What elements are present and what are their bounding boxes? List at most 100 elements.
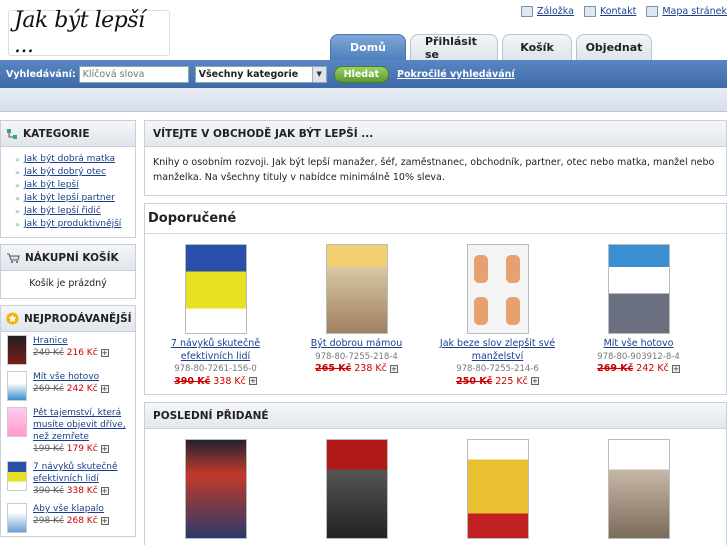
- product-card: [568, 439, 709, 543]
- book-cover[interactable]: [7, 407, 27, 437]
- page: Jak být lepší ... Záložka Kontakt Mapa s…: [0, 0, 727, 545]
- book-cover[interactable]: [607, 244, 670, 334]
- product-card: Být dobrou mámou 978-80-7255-218-4 265 K…: [286, 244, 427, 388]
- tab-login[interactable]: Přihlásit se: [410, 34, 498, 61]
- sitemap-link-label[interactable]: Mapa stránek: [662, 6, 727, 17]
- search-input[interactable]: [78, 65, 189, 83]
- product-card: [145, 439, 286, 543]
- old-price: 240 Kč: [33, 348, 64, 358]
- contact-link-label[interactable]: Kontakt: [600, 6, 636, 17]
- product-isbn: 978-80-7261-156-0: [174, 364, 257, 374]
- book-cover[interactable]: [325, 244, 388, 334]
- category-item[interactable]: Jak být lepší: [15, 179, 135, 192]
- product-title-link[interactable]: Jak beze slov zlepšit své manželství: [440, 338, 555, 362]
- add-to-cart-icon[interactable]: +: [100, 516, 109, 525]
- main-content: VÍTEJTE V OBCHODĚ JAK BÝT LEPŠÍ ... Knih…: [144, 120, 727, 545]
- add-to-cart-icon[interactable]: +: [100, 444, 109, 453]
- bestseller-link[interactable]: Pět tajemství, která musíte objevit dřív…: [33, 408, 126, 442]
- welcome-box: VÍTEJTE V OBCHODĚ JAK BÝT LEPŠÍ ... Knih…: [144, 120, 727, 196]
- book-cover[interactable]: [325, 439, 388, 539]
- chevron-down-icon[interactable]: ▼: [311, 66, 326, 82]
- add-to-cart-icon[interactable]: +: [389, 364, 398, 373]
- product-card: Jak beze slov zlepšit své manželství 978…: [427, 244, 568, 388]
- category-link[interactable]: Jak být dobrý otec: [24, 167, 106, 177]
- add-to-cart-icon[interactable]: +: [530, 377, 539, 385]
- book-cover[interactable]: [7, 335, 27, 365]
- old-price: 250 Kč: [456, 375, 493, 387]
- bookmark-link-label[interactable]: Záložka: [537, 6, 574, 17]
- search-button[interactable]: Hledat: [333, 65, 390, 83]
- main-tabs: Domů Přihlásit se Košík Objednat: [330, 34, 652, 61]
- category-select[interactable]: Všechny kategorie ▼: [194, 65, 327, 83]
- bestseller-item: Hranice 240 Kč 216 Kč +: [1, 332, 135, 368]
- book-cover[interactable]: [184, 244, 247, 334]
- welcome-text: Knihy o osobním rozvoji. Jak být lepší m…: [153, 157, 715, 183]
- new-price: 242 Kč: [66, 384, 98, 394]
- bestseller-link[interactable]: Hranice: [33, 336, 68, 346]
- hands-illustration: [473, 255, 520, 325]
- category-item[interactable]: Jak být lepší řidič: [15, 205, 135, 218]
- category-item[interactable]: Jak být produktivnější: [15, 218, 135, 231]
- book-cover[interactable]: [184, 439, 247, 539]
- tab-cart[interactable]: Košík: [502, 34, 572, 60]
- recommended-title: Doporučené: [145, 204, 726, 234]
- advanced-search-link[interactable]: Pokročilé vyhledávání: [397, 69, 515, 80]
- new-price: 338 Kč: [213, 375, 246, 387]
- category-item[interactable]: Jak být dobrý otec: [15, 166, 135, 179]
- latest-list: [145, 429, 726, 545]
- new-price: 338 Kč: [66, 486, 98, 496]
- book-cover[interactable]: [7, 371, 27, 401]
- category-link[interactable]: Jak být lepší řidič: [24, 206, 101, 216]
- book-cover[interactable]: [607, 439, 670, 539]
- sitemap-link[interactable]: Mapa stránek: [646, 6, 727, 17]
- tab-home[interactable]: Domů: [330, 34, 406, 60]
- add-to-cart-icon[interactable]: +: [100, 348, 109, 357]
- bestseller-link[interactable]: 7 návyků skutečně efektivních lidí: [33, 462, 118, 484]
- tab-order[interactable]: Objednat: [576, 34, 652, 60]
- categories-header: KATEGORIE: [1, 121, 135, 147]
- tree-icon: [7, 128, 17, 139]
- book-cover[interactable]: [7, 503, 27, 533]
- book-cover[interactable]: [466, 439, 529, 539]
- new-price: 179 Kč: [66, 444, 98, 454]
- bestseller-item: Pět tajemství, která musíte objevit dřív…: [1, 404, 135, 458]
- product-title-link[interactable]: Být dobrou mámou: [311, 338, 402, 349]
- add-to-cart-icon[interactable]: +: [100, 486, 109, 495]
- cart-header: NÁKUPNÍ KOŠÍK: [1, 245, 135, 271]
- recommended-box: Doporučené 7 návyků skutečně efektivních…: [144, 203, 727, 395]
- sitemap-icon: [646, 6, 659, 17]
- nav-band: [0, 88, 727, 112]
- bestseller-link[interactable]: Aby vše klapalo: [33, 504, 104, 514]
- contact-link[interactable]: Kontakt: [583, 6, 636, 17]
- bestsellers-title: NEJPRODÁVANĚJŠÍ: [24, 312, 132, 325]
- product-title-link[interactable]: Mít vše hotovo: [604, 338, 674, 349]
- category-link[interactable]: Jak být lepší partner: [24, 193, 115, 203]
- logo-text: Jak být lepší ...: [14, 8, 145, 58]
- product-title-link[interactable]: 7 návyků skutečně efektivních lidí: [171, 338, 260, 362]
- book-cover[interactable]: [466, 244, 529, 334]
- bestseller-link[interactable]: Mít vše hotovo: [33, 372, 99, 382]
- book-cover[interactable]: [7, 461, 27, 491]
- add-to-cart-icon[interactable]: +: [671, 364, 680, 373]
- bestsellers-header: NEJPRODÁVANĚJŠÍ: [1, 306, 135, 332]
- recommended-list: 7 návyků skutečně efektivních lidí 978-8…: [145, 234, 726, 394]
- category-item[interactable]: Jak být dobrá matka: [15, 153, 135, 166]
- category-item[interactable]: Jak být lepší partner: [15, 192, 135, 205]
- add-to-cart-icon[interactable]: +: [100, 384, 109, 393]
- search-label: Vyhledávání:: [6, 68, 76, 80]
- new-price: 268 Kč: [66, 516, 98, 526]
- product-isbn: 978-80-7255-218-4: [315, 351, 398, 362]
- cart-icon: [7, 253, 20, 263]
- category-link[interactable]: Jak být lepší: [24, 180, 79, 190]
- bookmark-link[interactable]: Záložka: [521, 6, 574, 17]
- bookmark-icon: [521, 6, 534, 17]
- old-price: 390 Kč: [33, 486, 64, 496]
- new-price: 238 Kč: [354, 363, 387, 374]
- categories-box: KATEGORIE Jak být dobrá matka Jak být do…: [0, 120, 136, 238]
- top-links: Záložka Kontakt Mapa stránek: [521, 6, 727, 17]
- welcome-title: VÍTEJTE V OBCHODĚ JAK BÝT LEPŠÍ ...: [145, 121, 726, 147]
- category-link[interactable]: Jak být dobrá matka: [24, 154, 115, 164]
- logo[interactable]: Jak být lepší ...: [8, 8, 170, 58]
- category-link[interactable]: Jak být produktivnější: [24, 219, 121, 229]
- add-to-cart-icon[interactable]: +: [248, 377, 257, 385]
